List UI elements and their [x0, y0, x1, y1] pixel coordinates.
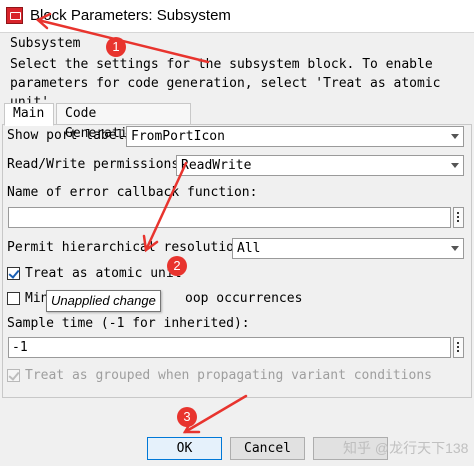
annotation-marker-1: 1: [106, 37, 126, 57]
annotation-marker-2: 2: [167, 256, 187, 276]
annotation-arrow-2: [144, 161, 188, 252]
annotation-marker-3: 3: [177, 407, 197, 427]
annotation-arrows: [35, 12, 248, 434]
